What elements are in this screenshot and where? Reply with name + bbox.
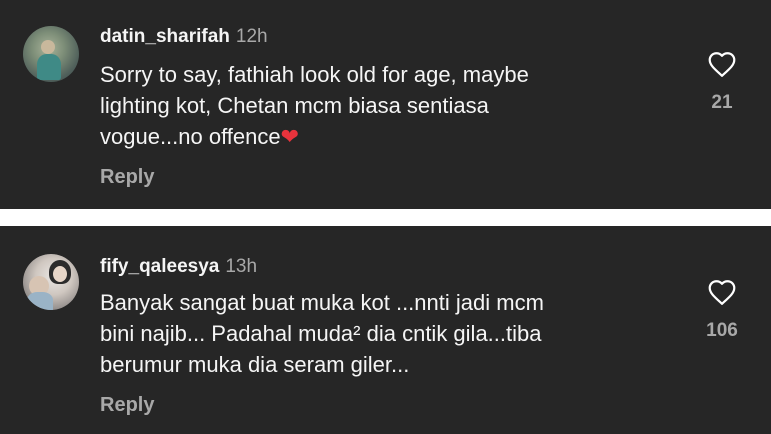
- username[interactable]: datin_sharifah: [100, 26, 230, 47]
- comment-line: Banyak sangat buat muka kot ...nnti jadi…: [100, 290, 544, 315]
- comment-card: datin_sharifah 12h Sorry to say, fathiah …: [0, 0, 771, 209]
- comment-line-text: vogue...no offence: [100, 124, 281, 149]
- like-count: 21: [711, 92, 733, 113]
- comment-line: bini najib... Padahal muda² dia cntik gi…: [100, 321, 542, 346]
- comment-header: fify_qaleesya 13h: [100, 256, 257, 278]
- like-count: 106: [706, 320, 738, 341]
- like-control: 106: [702, 279, 742, 342]
- heart-outline-icon[interactable]: [707, 279, 737, 306]
- avatar[interactable]: [23, 26, 79, 82]
- comment-text: Banyak sangat buat muka kot ...nnti jadi…: [100, 287, 680, 380]
- timestamp: 13h: [225, 256, 258, 277]
- comment-header: datin_sharifah 12h: [100, 26, 268, 48]
- reply-button[interactable]: Reply: [100, 166, 154, 189]
- username[interactable]: fify_qaleesya: [100, 256, 219, 277]
- comment-line: vogue...no offence❤: [100, 121, 680, 152]
- red-heart-emoji: ❤: [280, 124, 300, 149]
- reply-button[interactable]: Reply: [100, 394, 154, 417]
- timestamp: 12h: [235, 26, 268, 47]
- like-control: 21: [702, 51, 742, 114]
- comment-text: Sorry to say, fathiah look old for age, …: [100, 59, 680, 152]
- comment-card: fify_qaleesya 13h Banyak sangat buat muka…: [0, 226, 771, 434]
- heart-outline-icon[interactable]: [707, 51, 737, 78]
- comment-line: Sorry to say, fathiah look old for age, …: [100, 62, 529, 87]
- avatar[interactable]: [23, 254, 79, 310]
- comment-line: lighting kot, Chetan mcm biasa sentiasa: [100, 93, 489, 118]
- comment-line: berumur muka dia seram giler...: [100, 352, 410, 377]
